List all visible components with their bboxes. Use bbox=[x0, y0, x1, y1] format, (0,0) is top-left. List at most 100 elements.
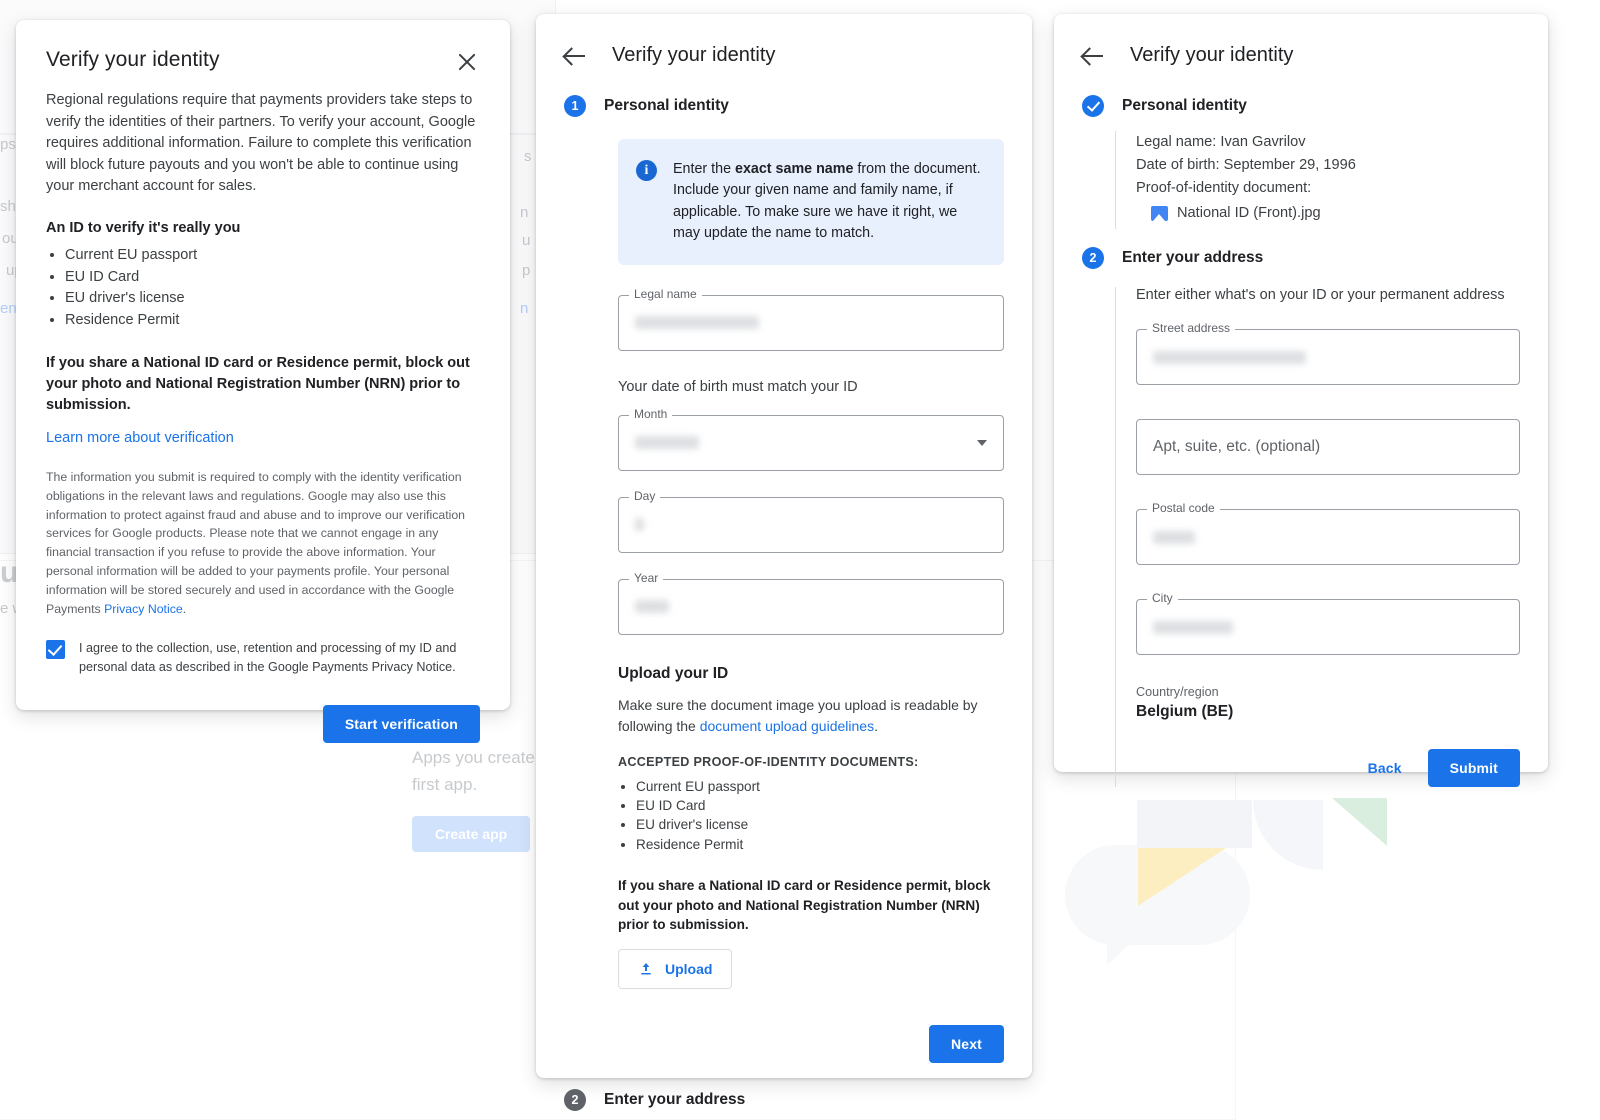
info-text-before: Enter the bbox=[673, 161, 735, 177]
consent-label: I agree to the collection, use, retentio… bbox=[79, 641, 457, 674]
learn-more-row: Learn more about verification bbox=[46, 430, 480, 446]
upload-button-label: Upload bbox=[665, 961, 713, 978]
decorative-green-wedge bbox=[1332, 798, 1387, 846]
intro-actions: Start verification bbox=[46, 704, 480, 743]
list-item: EU ID Card bbox=[636, 796, 1004, 815]
legal-name-input[interactable] bbox=[618, 294, 1004, 351]
apt-input[interactable]: Apt, suite, etc. (optional) bbox=[1136, 419, 1520, 476]
accepted-id-list: Current EU passport EU ID Card EU driver… bbox=[65, 245, 480, 331]
bg-empty-state-line1: Apps you create w bbox=[412, 748, 552, 767]
year-input[interactable] bbox=[618, 578, 1004, 635]
country-region-value: Belgium (BE) bbox=[1136, 703, 1234, 721]
dialog-header: Verify your identity bbox=[1082, 44, 1520, 67]
postal-code-field[interactable]: Postal code bbox=[1136, 501, 1520, 566]
month-field[interactable]: Month bbox=[618, 406, 1004, 471]
arrow-left-icon[interactable] bbox=[1082, 45, 1104, 67]
summary-doc-label: Proof-of-identity document: bbox=[1136, 180, 1312, 197]
city-field[interactable]: City bbox=[1136, 591, 1520, 656]
accepted-documents-list: Current EU passport EU ID Card EU driver… bbox=[636, 777, 1004, 854]
start-verification-button[interactable]: Start verification bbox=[322, 704, 480, 743]
step-2-label: Enter your address bbox=[1122, 249, 1264, 267]
step-2-label: Enter your address bbox=[604, 1091, 746, 1109]
year-label: Year bbox=[629, 570, 664, 585]
verify-identity-step1-dialog: Verify your identity 1 Personal identity… bbox=[536, 14, 1032, 1112]
step-2-badge: 2 bbox=[1082, 247, 1104, 270]
info-banner-text: Enter the exact same name from the docum… bbox=[673, 159, 982, 245]
image-file-icon bbox=[1151, 206, 1168, 222]
country-region-label: Country/region bbox=[1136, 685, 1219, 700]
month-select[interactable] bbox=[618, 414, 1004, 471]
list-item: EU driver's license bbox=[65, 288, 480, 309]
list-item: EU driver's license bbox=[636, 815, 1004, 834]
chevron-down-icon[interactable] bbox=[977, 439, 987, 446]
list-item: Current EU passport bbox=[636, 777, 1004, 796]
arrow-left-icon[interactable] bbox=[564, 45, 586, 67]
summary-dob-row: Date of birth: September 29, 1996 bbox=[1136, 154, 1520, 177]
summary-legal-name-label: Legal name: bbox=[1136, 134, 1217, 150]
redacted-value bbox=[635, 316, 759, 330]
legal-name-label: Legal name bbox=[629, 286, 702, 301]
list-item: EU ID Card bbox=[65, 267, 480, 288]
consent-row: I agree to the collection, use, retentio… bbox=[46, 639, 480, 676]
learn-more-link[interactable]: Learn more about verification bbox=[46, 430, 234, 446]
legal-name-field[interactable]: Legal name bbox=[618, 286, 1004, 351]
bg-fragment: p bbox=[522, 262, 531, 279]
create-app-button[interactable]: Create app bbox=[412, 816, 530, 852]
street-address-field[interactable]: Street address bbox=[1136, 321, 1520, 386]
summary-block: Legal name: Ivan Gavrilov Date of birth:… bbox=[1136, 131, 1520, 225]
redacted-value bbox=[1153, 620, 1233, 634]
step-1-label: Personal identity bbox=[604, 97, 729, 114]
city-label: City bbox=[1147, 591, 1178, 606]
bg-fragment: s bbox=[524, 148, 532, 165]
step-2-actions: Back Submit bbox=[1136, 749, 1520, 788]
step-1-badge: 1 bbox=[564, 95, 586, 117]
summary-doc-filename: National ID (Front).jpg bbox=[1177, 205, 1321, 222]
upload-text-after: . bbox=[874, 717, 878, 734]
postal-code-input[interactable] bbox=[1136, 509, 1520, 566]
dialog-header: Verify your identity bbox=[46, 48, 480, 75]
intro-body-text: Regional regulations require that paymen… bbox=[46, 92, 476, 195]
year-field[interactable]: Year bbox=[618, 570, 1004, 635]
step-1-label: Personal identity bbox=[1122, 97, 1247, 114]
back-button[interactable]: Back bbox=[1354, 750, 1416, 786]
consent-checkbox[interactable] bbox=[46, 640, 65, 660]
bg-fragment: en bbox=[0, 300, 17, 317]
intro-subheading: An ID to verify it's really you bbox=[46, 219, 241, 236]
step-2-content: Enter either what's on your ID or your p… bbox=[1115, 287, 1520, 788]
dob-note: Your date of birth must match your ID bbox=[618, 378, 858, 395]
verify-identity-intro-dialog: Verify your identity Regional regulation… bbox=[16, 20, 510, 743]
upload-button[interactable]: Upload bbox=[618, 949, 733, 990]
close-icon[interactable] bbox=[454, 49, 480, 75]
apt-field[interactable]: Apt, suite, etc. (optional) bbox=[1136, 419, 1520, 476]
upload-warning-text: If you share a National ID card or Resid… bbox=[618, 877, 991, 933]
step-1-content: i Enter the exact same name from the doc… bbox=[597, 139, 1004, 1064]
decorative-square bbox=[1137, 800, 1252, 848]
city-input[interactable] bbox=[1136, 599, 1520, 656]
page-title: Verify your identity bbox=[1130, 44, 1294, 66]
postal-code-label: Postal code bbox=[1147, 501, 1220, 516]
day-input[interactable] bbox=[618, 496, 1004, 553]
bg-fragment: n bbox=[520, 204, 529, 221]
list-item: Current EU passport bbox=[65, 245, 480, 266]
day-field[interactable]: Day bbox=[618, 488, 1004, 553]
page-title: Verify your identity bbox=[46, 48, 220, 71]
step-1-actions: Next bbox=[618, 1025, 1004, 1064]
next-button[interactable]: Next bbox=[929, 1025, 1004, 1064]
legal-text-end: . bbox=[182, 601, 187, 616]
document-upload-guidelines-link[interactable]: document upload guidelines bbox=[700, 718, 874, 734]
summary-legal-name-row: Legal name: Ivan Gavrilov bbox=[1136, 131, 1520, 154]
address-note: Enter either what's on your ID or your p… bbox=[1136, 287, 1505, 304]
list-item: Residence Permit bbox=[65, 310, 480, 331]
submit-button[interactable]: Submit bbox=[1427, 749, 1520, 788]
privacy-notice-link[interactable]: Privacy Notice bbox=[104, 602, 183, 616]
upload-instructions: Make sure the document image you upload … bbox=[618, 695, 1004, 737]
upload-icon bbox=[641, 963, 651, 975]
redacted-value bbox=[635, 436, 699, 450]
redacted-value bbox=[1153, 530, 1195, 544]
screen: ps sh ou up en ui e w s n u p n Apps you… bbox=[0, 0, 1600, 1120]
summary-dob-value: September 29, 1996 bbox=[1223, 157, 1356, 174]
day-label: Day bbox=[629, 488, 661, 503]
street-address-input[interactable] bbox=[1136, 329, 1520, 386]
street-address-label: Street address bbox=[1147, 321, 1236, 336]
decorative-quarter-circle bbox=[1253, 800, 1323, 870]
